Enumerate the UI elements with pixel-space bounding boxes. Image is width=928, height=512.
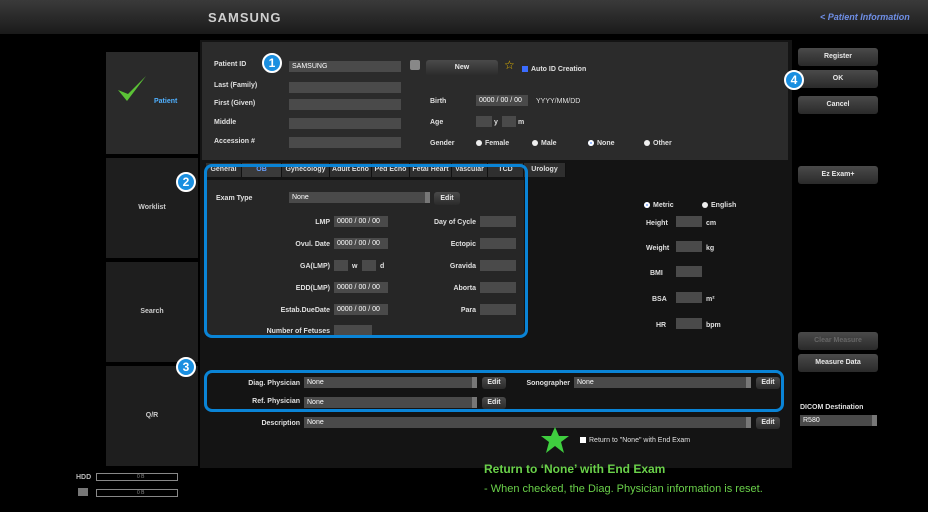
age-months-input[interactable] bbox=[502, 116, 516, 127]
network-bar: 0 B bbox=[96, 489, 178, 497]
star-icon[interactable]: ☆ bbox=[504, 58, 515, 72]
birth-label: Birth bbox=[430, 98, 447, 105]
return-none-label: Return to "None" with End Exam bbox=[589, 437, 691, 444]
callout-badge-3: 3 bbox=[176, 357, 196, 377]
metric-radio[interactable]: Metric bbox=[644, 202, 674, 209]
note-title: Return to ‘None’ with End Exam bbox=[484, 462, 666, 476]
cancel-button[interactable]: Cancel bbox=[798, 96, 878, 114]
last-name-input[interactable] bbox=[289, 82, 401, 93]
dicom-destination-select[interactable]: R580 bbox=[800, 415, 872, 426]
weight-input[interactable] bbox=[676, 241, 702, 252]
callout-box-3 bbox=[204, 370, 784, 412]
description-label: Description bbox=[261, 420, 300, 427]
sidebar-item-label: Worklist bbox=[138, 204, 166, 211]
patient-information-screen: SAMSUNG < Patient Information Patient Wo… bbox=[0, 0, 928, 512]
register-button[interactable]: Register bbox=[798, 48, 878, 66]
first-name-input[interactable] bbox=[289, 99, 401, 110]
hdd-bar: 0 B bbox=[96, 473, 178, 481]
weight-label: Weight bbox=[646, 245, 670, 252]
top-bar bbox=[0, 0, 928, 34]
callout-badge-2: 2 bbox=[176, 172, 196, 192]
accession-label: Accession # bbox=[214, 138, 255, 145]
network-value: 0 B bbox=[137, 490, 145, 496]
return-none-checkbox[interactable]: Return to "None" with End Exam bbox=[580, 437, 690, 444]
auto-id-label: Auto ID Creation bbox=[531, 66, 587, 73]
age-label: Age bbox=[430, 119, 444, 126]
checkbox-icon bbox=[522, 66, 528, 73]
hdd-label: HDD bbox=[76, 474, 92, 481]
callout-badge-4: 4 bbox=[784, 70, 804, 90]
chevron-down-icon[interactable] bbox=[746, 417, 751, 428]
height-label: Height bbox=[646, 220, 668, 227]
gender-none-radio[interactable]: None bbox=[588, 140, 615, 147]
gender-female-radio[interactable]: Female bbox=[476, 140, 509, 147]
middle-name-input[interactable] bbox=[289, 118, 401, 129]
tab-urology[interactable]: Urology bbox=[524, 163, 566, 177]
first-name-label: First (Given) bbox=[214, 100, 256, 107]
age-months-unit: m bbox=[518, 119, 525, 126]
hr-input[interactable] bbox=[676, 318, 702, 329]
brand-logo: SAMSUNG bbox=[208, 10, 282, 25]
birth-input[interactable]: 0000 / 00 / 00 bbox=[476, 95, 528, 106]
checkmark-icon bbox=[118, 76, 146, 101]
weight-unit: kg bbox=[706, 245, 715, 252]
sidebar-item-qr[interactable]: Q/R bbox=[106, 366, 198, 466]
sidebar-item-label: Patient bbox=[154, 98, 178, 105]
gender-label: Gender bbox=[430, 140, 455, 147]
description-select[interactable]: None bbox=[304, 417, 746, 428]
sidebar-item-patient[interactable]: Patient bbox=[106, 52, 198, 154]
bmi-input bbox=[676, 266, 702, 277]
star-marker-icon bbox=[541, 427, 569, 453]
clear-measure-button[interactable]: Clear Measure bbox=[798, 332, 878, 350]
last-name-label: Last (Family) bbox=[214, 82, 258, 89]
sidebar-item-search[interactable]: Search bbox=[106, 262, 198, 362]
measure-data-button[interactable]: Measure Data bbox=[798, 354, 878, 372]
ok-button[interactable]: OK bbox=[798, 70, 878, 88]
callout-badge-1: 1 bbox=[262, 53, 282, 73]
bsa-input bbox=[676, 292, 702, 303]
patient-id-input[interactable]: SAMSUNG bbox=[289, 61, 401, 72]
hr-label: HR bbox=[656, 322, 667, 329]
auto-id-checkbox[interactable]: Auto ID Creation bbox=[522, 66, 586, 73]
note-body: - When checked, the Diag. Physician info… bbox=[484, 483, 763, 495]
birth-format: YYYY/MM/DD bbox=[536, 98, 581, 105]
accession-input[interactable] bbox=[289, 137, 401, 148]
new-button[interactable]: New bbox=[426, 60, 498, 76]
bsa-unit: m² bbox=[706, 296, 715, 303]
patient-information-link[interactable]: < Patient Information bbox=[820, 12, 910, 22]
sidebar-item-label: Q/R bbox=[145, 412, 159, 419]
sidebar-item-label: Search bbox=[140, 308, 164, 315]
chevron-down-icon[interactable] bbox=[872, 415, 877, 426]
age-years-input[interactable] bbox=[476, 116, 492, 127]
dicom-destination-label: DICOM Destination bbox=[800, 404, 864, 411]
bmi-label: BMI bbox=[650, 270, 663, 277]
height-unit: cm bbox=[706, 220, 717, 227]
hr-unit: bpm bbox=[706, 322, 721, 329]
height-input[interactable] bbox=[676, 216, 702, 227]
gender-other-radio[interactable]: Other bbox=[644, 140, 672, 147]
checkbox-icon bbox=[580, 437, 586, 444]
middle-name-label: Middle bbox=[214, 119, 237, 126]
network-icon bbox=[78, 488, 88, 496]
english-radio[interactable]: English bbox=[702, 202, 736, 209]
hdd-value: 0 B bbox=[137, 474, 145, 480]
description-edit-button[interactable]: Edit bbox=[756, 417, 780, 429]
patient-id-label: Patient ID bbox=[214, 61, 247, 68]
ez-exam-button[interactable]: Ez Exam+ bbox=[798, 166, 878, 184]
gender-male-radio[interactable]: Male bbox=[532, 140, 557, 147]
keyboard-icon[interactable] bbox=[410, 60, 420, 70]
callout-box-2 bbox=[204, 164, 528, 338]
bsa-label: BSA bbox=[652, 296, 667, 303]
age-years-unit: y bbox=[494, 119, 498, 126]
